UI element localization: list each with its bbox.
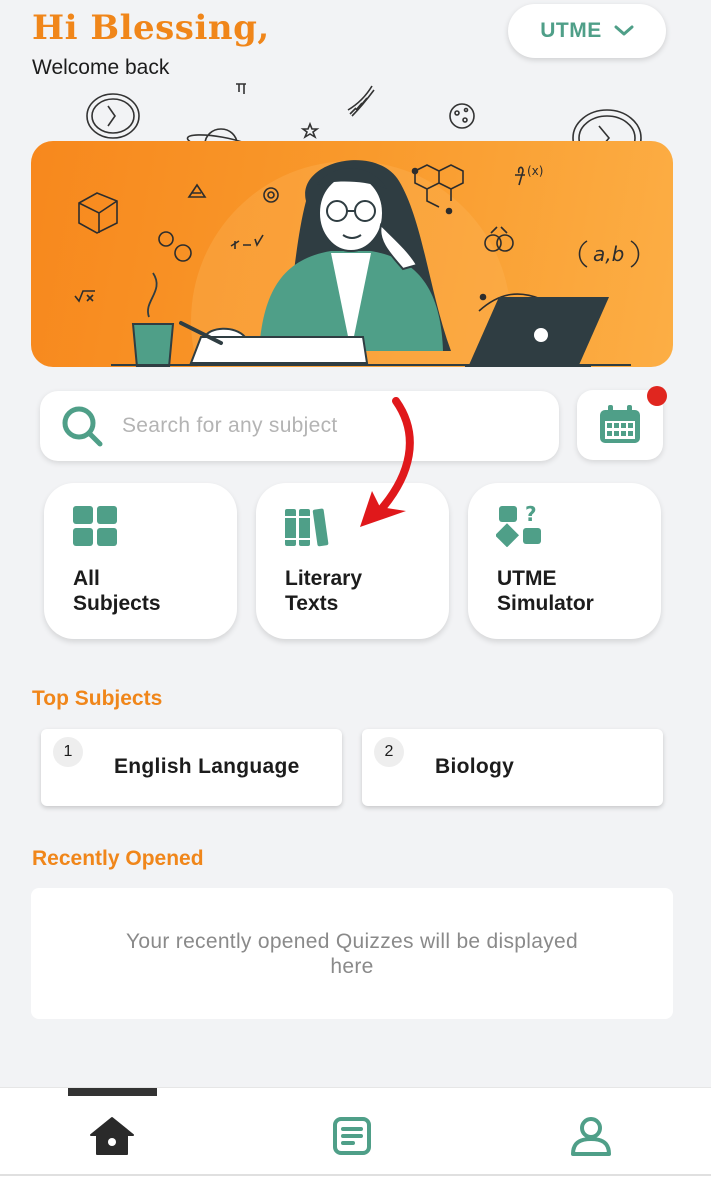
books-icon: [285, 508, 329, 547]
rank-badge: 1: [53, 737, 83, 767]
hero-banner: (x) a,b: [31, 141, 673, 367]
utme-simulator-card[interactable]: ? UTME Simulator: [468, 483, 661, 639]
search-placeholder: Search for any subject: [122, 414, 338, 437]
recently-opened-title: Recently Opened: [32, 847, 204, 870]
calendar-icon: [600, 405, 640, 443]
notes-icon: [333, 1117, 371, 1155]
annotation-arrow: [360, 397, 414, 527]
subject-name: English Language: [114, 755, 300, 778]
top-subject-item[interactable]: 2 Biology: [362, 729, 663, 806]
nav-profile[interactable]: [565, 1112, 617, 1160]
literary-texts-label: Literary Texts: [285, 567, 363, 615]
all-subjects-label: All Subjects: [73, 567, 161, 615]
empty-state-message: Your recently opened Quizzes will be dis…: [126, 929, 578, 978]
notification-dot: [647, 386, 667, 406]
top-subjects-title: Top Subjects: [32, 687, 163, 710]
exam-type-dropdown[interactable]: UTME: [508, 4, 666, 58]
rank-badge: 2: [374, 737, 404, 767]
shapes-question-icon: ?: [496, 505, 541, 547]
recently-opened-empty-state: Your recently opened Quizzes will be dis…: [31, 888, 673, 1019]
profile-icon: [571, 1117, 611, 1156]
search-input[interactable]: Search for any subject: [40, 391, 559, 461]
search-icon: [62, 406, 103, 447]
bottom-navigation: [0, 1087, 711, 1181]
exam-type-label: UTME: [540, 19, 602, 42]
home-icon: [90, 1117, 134, 1155]
grid-icon: [73, 506, 117, 546]
svg-text:a,b: a,b: [593, 242, 624, 266]
greeting-title: Hi Blessing,: [32, 8, 270, 48]
top-subject-item[interactable]: 1 English Language: [41, 729, 342, 806]
active-tab-indicator: [68, 1088, 157, 1096]
chevron-down-icon: [614, 25, 634, 36]
svg-text:(x): (x): [527, 164, 543, 178]
student-illustration: (x) a,b: [74, 160, 640, 367]
all-subjects-card[interactable]: All Subjects: [44, 483, 237, 639]
system-bar-divider: [0, 1174, 711, 1176]
svg-text:?: ?: [525, 505, 537, 526]
subject-name: Biology: [435, 755, 515, 778]
nav-home[interactable]: [86, 1112, 138, 1160]
nav-notes[interactable]: [326, 1112, 378, 1160]
utme-simulator-label: UTME Simulator: [497, 567, 594, 615]
